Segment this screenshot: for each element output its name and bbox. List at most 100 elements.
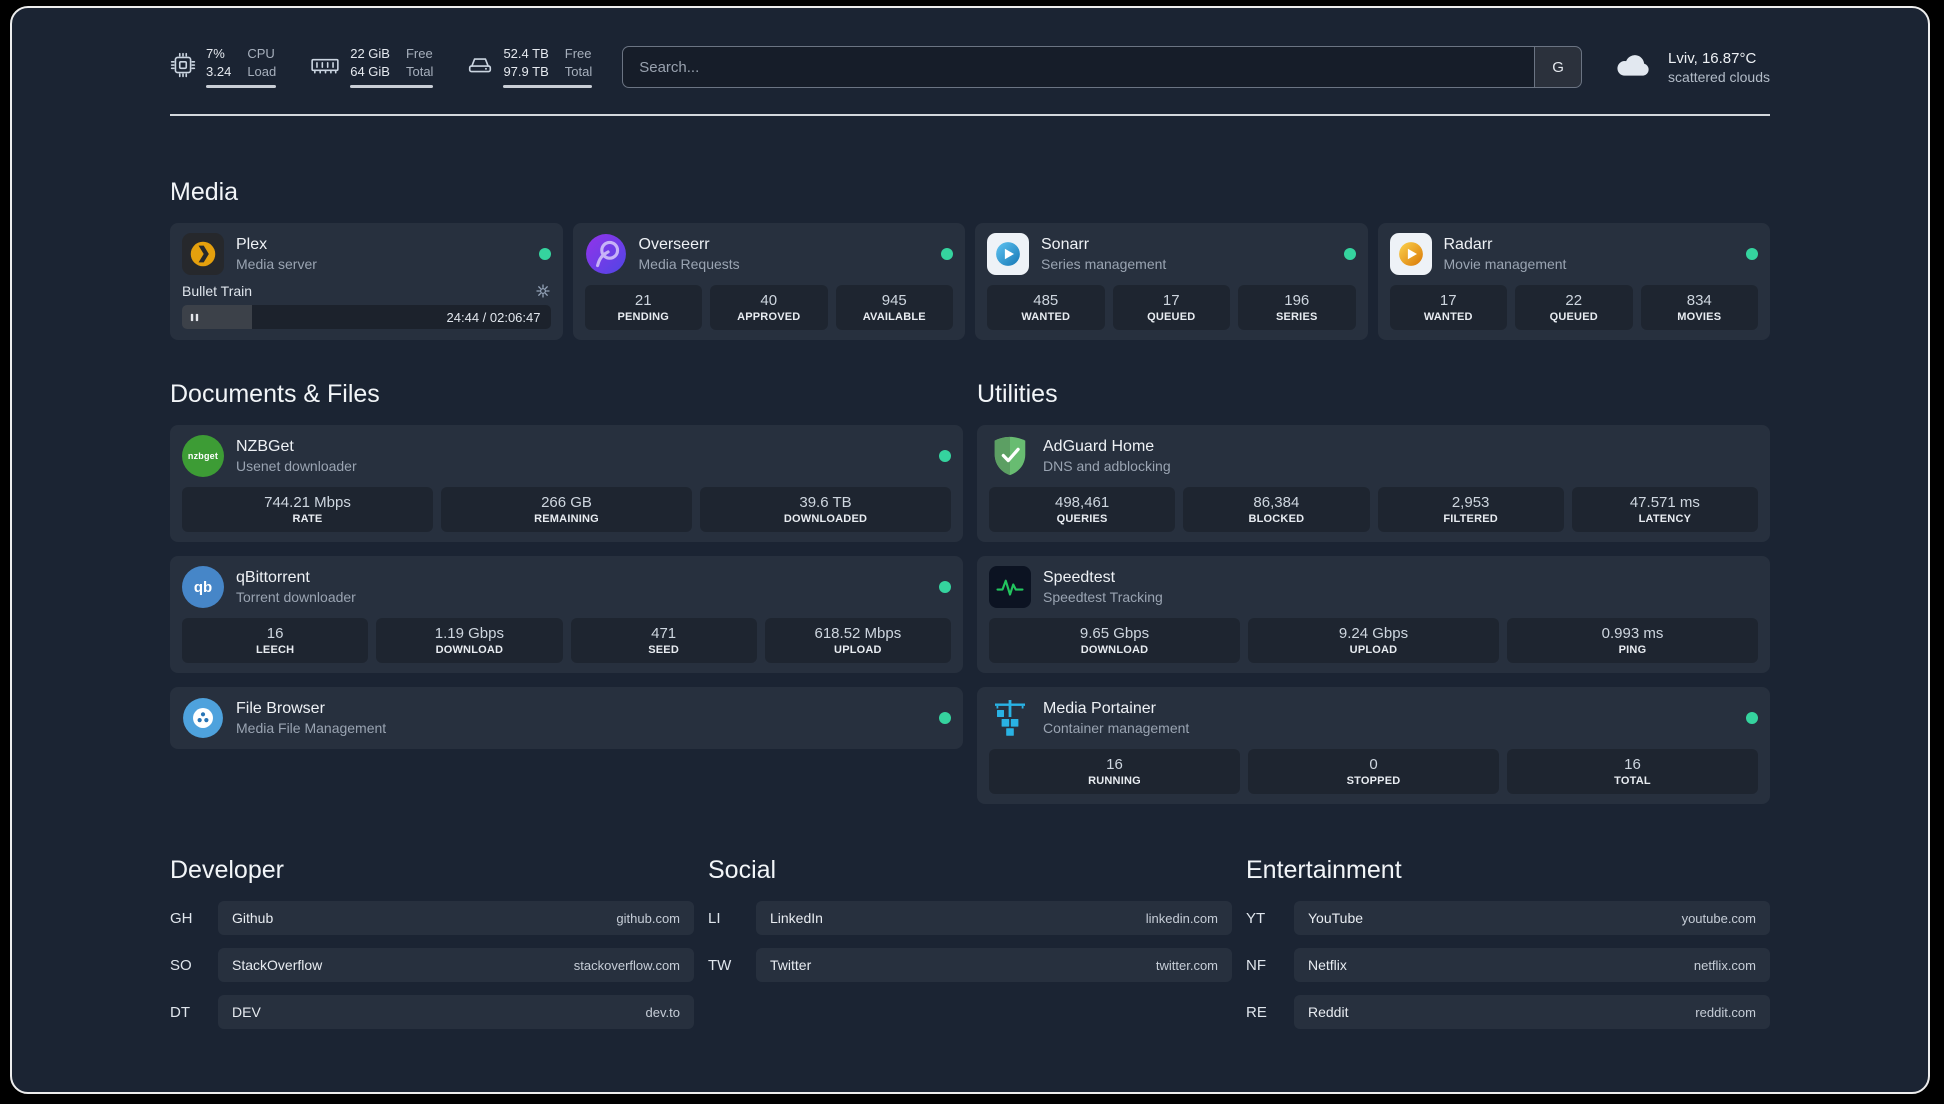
stat-movies: 834 MOVIES xyxy=(1640,285,1758,330)
stat-ping: 0.993 ms PING xyxy=(1507,618,1758,663)
playback-time: 24:44 / 02:06:47 xyxy=(446,309,541,325)
bookmark-name: LinkedIn xyxy=(770,910,823,926)
section-title-social: Social xyxy=(708,856,777,884)
bookmark-abbr: NF xyxy=(1246,956,1266,974)
stat-value: 47.571 ms xyxy=(1629,494,1700,511)
section-title-documents: Documents & Files xyxy=(170,380,380,408)
service-subtitle: Media File Management xyxy=(236,720,387,736)
overseerr-icon xyxy=(585,233,627,275)
stat-label: SERIES xyxy=(1275,311,1318,323)
bookmark-row-github: GH Github github.com xyxy=(170,901,694,935)
memory-total-label: Total xyxy=(405,64,434,79)
service-card-plex[interactable]: Plex Media server Bullet Train 24:44 / 0… xyxy=(170,223,563,340)
service-card-speedtest[interactable]: Speedtest Speedtest Tracking 9.65 Gbps D… xyxy=(977,556,1770,673)
cpu-usage-label: CPU xyxy=(247,46,275,62)
resource-widget-cpu: 7% 3.24 CPU Load xyxy=(170,46,277,88)
weather-condition: scattered clouds xyxy=(1668,68,1770,85)
bookmark-link-linkedin[interactable]: LinkedIn linkedin.com xyxy=(756,901,1232,935)
stat-download: 9.65 Gbps DOWNLOAD xyxy=(989,618,1240,663)
stat-running: 16 RUNNING xyxy=(989,749,1240,794)
bookmark-abbr: GH xyxy=(170,909,193,927)
service-card-portainer[interactable]: Media Portainer Container management 16 … xyxy=(977,687,1770,804)
search-input[interactable] xyxy=(623,58,1535,76)
service-name: Radarr xyxy=(1443,236,1493,253)
stat-upload: 9.24 Gbps UPLOAD xyxy=(1248,618,1499,663)
nzbget-icon: nzbget xyxy=(182,435,224,477)
bookmark-row-reddit: RE Reddit reddit.com xyxy=(1246,995,1770,1029)
stat-value: 744.21 Mbps xyxy=(264,494,351,511)
bookmark-abbr: LI xyxy=(708,909,721,927)
bookmark-name: StackOverflow xyxy=(232,957,323,973)
bookmark-name: Reddit xyxy=(1308,1004,1349,1020)
speedtest-icon xyxy=(989,566,1031,608)
cpu-usage-bar xyxy=(206,84,277,88)
service-subtitle: Series management xyxy=(1041,256,1167,272)
stat-label: PENDING xyxy=(617,311,670,323)
bookmark-link-dev[interactable]: DEV dev.to xyxy=(218,995,694,1029)
section-title-utilities: Utilities xyxy=(977,380,1058,408)
service-card-adguard[interactable]: AdGuard Home DNS and adblocking 498,461 … xyxy=(977,425,1770,542)
section-title-developer: Developer xyxy=(170,856,284,884)
stat-label: FILTERED xyxy=(1443,513,1498,525)
service-name: Media Portainer xyxy=(1043,700,1156,717)
service-card-overseerr[interactable]: Overseerr Media Requests 21 PENDING 40 A… xyxy=(572,223,965,340)
stat-label: QUERIES xyxy=(1056,513,1108,525)
bookmark-url: youtube.com xyxy=(1681,910,1756,926)
bookmark-url: linkedin.com xyxy=(1145,910,1218,926)
resource-widget-memory: 22 GiB 64 GiB Free Total xyxy=(310,46,434,88)
bookmark-url: twitter.com xyxy=(1155,957,1218,973)
stat-value: 945 xyxy=(881,292,907,309)
cpu-usage-value: 7% xyxy=(206,46,225,62)
gear-icon[interactable] xyxy=(535,283,551,299)
bookmark-link-github[interactable]: Github github.com xyxy=(218,901,694,935)
stat-available: 945 AVAILABLE xyxy=(835,285,953,330)
service-card-nzbget[interactable]: nzbget NZBGet Usenet downloader 744.21 M… xyxy=(170,425,963,542)
bookmark-row-twitter: TW Twitter twitter.com xyxy=(708,948,1232,982)
pause-icon[interactable] xyxy=(189,312,200,323)
memory-usage-bar xyxy=(350,84,434,88)
stat-value: 9.24 Gbps xyxy=(1338,625,1409,642)
bookmark-link-reddit[interactable]: Reddit reddit.com xyxy=(1294,995,1770,1029)
stat-leech: 16 LEECH xyxy=(182,618,369,663)
stat-latency: 47.571 ms LATENCY xyxy=(1571,487,1758,532)
bookmark-link-stackoverflow[interactable]: StackOverflow stackoverflow.com xyxy=(218,948,694,982)
bookmark-abbr: RE xyxy=(1246,1003,1267,1021)
stat-value: 9.65 Gbps xyxy=(1079,625,1150,642)
service-subtitle: Media server xyxy=(236,256,317,272)
stat-value: 0.993 ms xyxy=(1601,625,1664,642)
playback-progress-bar[interactable]: 24:44 / 02:06:47 xyxy=(182,305,551,329)
bookmark-link-netflix[interactable]: Netflix netflix.com xyxy=(1294,948,1770,982)
stat-value: 86,384 xyxy=(1253,494,1300,511)
utilities-section: Utilities AdGuard Home DNS and adblockin… xyxy=(977,380,1770,804)
bookmark-name: Github xyxy=(232,910,274,926)
bookmark-link-youtube[interactable]: YouTube youtube.com xyxy=(1294,901,1770,935)
disk-total-label: Total xyxy=(564,64,593,79)
search-provider-button[interactable]: G xyxy=(1534,47,1582,87)
bookmarks-group-developer: Developer GH Github github.com SO StackO… xyxy=(170,856,694,1029)
service-card-qbittorrent[interactable]: qb qBittorrent Torrent downloader 16 LEE… xyxy=(170,556,963,673)
bookmark-abbr: DT xyxy=(170,1003,190,1021)
bookmark-abbr: SO xyxy=(170,956,192,974)
stat-seed: 471 SEED xyxy=(570,618,757,663)
bookmark-url: netflix.com xyxy=(1693,957,1756,973)
stat-label: LATENCY xyxy=(1638,513,1692,525)
disk-free-label: Free xyxy=(564,46,592,62)
stat-label: PING xyxy=(1618,644,1647,656)
service-name: NZBGet xyxy=(236,438,294,455)
service-name: Plex xyxy=(236,236,268,253)
stat-series: 196 SERIES xyxy=(1238,285,1356,330)
bookmark-link-twitter[interactable]: Twitter twitter.com xyxy=(756,948,1232,982)
search-bar: G xyxy=(622,46,1583,88)
radarr-icon xyxy=(1389,233,1432,275)
stat-label: RATE xyxy=(292,513,323,525)
stat-label: LEECH xyxy=(255,644,295,656)
media-section: Media Plex Media server Bullet Train 24:… xyxy=(170,178,1770,340)
service-card-filebrowser[interactable]: File Browser Media File Management xyxy=(170,687,963,749)
service-card-sonarr[interactable]: Sonarr Series management 485 WANTED 17 Q… xyxy=(975,223,1368,340)
stat-value: 17 xyxy=(1439,292,1457,309)
service-card-radarr[interactable]: Radarr Movie management 17 WANTED 22 QUE… xyxy=(1377,223,1770,340)
weather-location: Lviv, 16.87°C xyxy=(1668,49,1757,67)
bookmark-name: Netflix xyxy=(1308,957,1347,973)
service-subtitle: Container management xyxy=(1043,720,1190,736)
bookmark-name: YouTube xyxy=(1308,910,1364,926)
